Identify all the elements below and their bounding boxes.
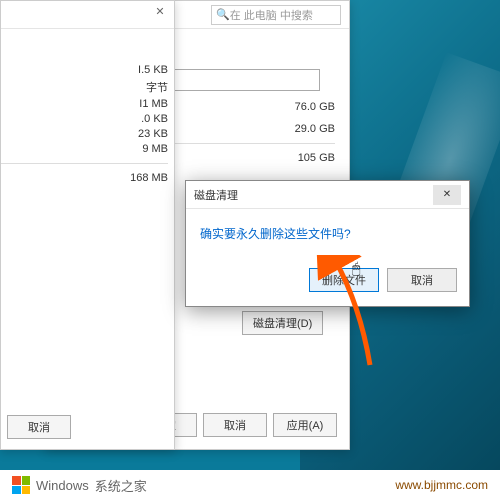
dialog-close-button[interactable]: ✕ — [433, 185, 461, 205]
windows-icon — [12, 476, 30, 494]
close-icon: ✕ — [155, 5, 164, 18]
cancel-button[interactable]: 取消 — [203, 413, 267, 437]
size-item: 9 MB — [1, 143, 168, 155]
close-icon: ✕ — [443, 189, 451, 200]
size-list: I.5 KB 字节 I1 MB .0 KB 23 KB 9 MB 168 MB — [1, 29, 174, 197]
size-item: 字节 — [1, 79, 168, 95]
size-total: 168 MB — [1, 172, 168, 184]
watermark-url: www.bjjmmc.com — [395, 478, 488, 492]
disk-cleanup-button[interactable]: 磁盘清理(D) — [242, 311, 323, 335]
watermark-brand: Windows — [36, 478, 89, 493]
size-list-window: ✕ I.5 KB 字节 I1 MB .0 KB 23 KB 9 MB 168 M… — [0, 0, 175, 450]
delete-files-button[interactable]: 删除文件 — [309, 268, 379, 292]
watermark-bar: Windows 系统之家 www.bjjmmc.com — [0, 470, 500, 500]
dialog-message: 确实要永久删除这些文件吗? — [186, 209, 469, 258]
size-item: 23 KB — [1, 128, 168, 140]
dialog-titlebar: 磁盘清理 ✕ — [186, 181, 469, 209]
search-placeholder: 在 此电脑 中搜索 — [230, 7, 313, 23]
apply-button[interactable]: 应用(A) — [273, 413, 337, 437]
search-icon: 🔍 — [216, 8, 230, 21]
size-item: I.5 KB — [1, 64, 168, 76]
front-cancel-button[interactable]: 取消 — [7, 415, 71, 439]
close-button[interactable]: ✕ — [152, 3, 168, 19]
dialog-title-text: 磁盘清理 — [194, 187, 238, 203]
watermark-suffix: 系统之家 — [95, 476, 147, 495]
front-titlebar: ✕ — [1, 1, 174, 29]
search-input[interactable]: 🔍 在 此电脑 中搜索 — [211, 5, 341, 25]
size-item: .0 KB — [1, 113, 168, 125]
windows-logo: Windows 系统之家 — [12, 476, 147, 495]
divider — [1, 163, 168, 164]
dialog-cancel-button[interactable]: 取消 — [387, 268, 457, 292]
size-item: I1 MB — [1, 98, 168, 110]
dialog-button-row: 删除文件 取消 — [186, 258, 469, 306]
confirm-dialog: 磁盘清理 ✕ 确实要永久删除这些文件吗? 删除文件 取消 — [185, 180, 470, 307]
